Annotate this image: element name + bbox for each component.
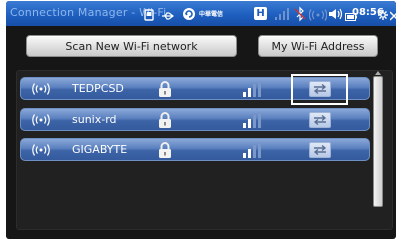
- connection-manager-screen: Connection Manager - Wi-Fi 中華電信 H 08:56 …: [6, 1, 396, 239]
- connect-toggle-button[interactable]: [309, 142, 331, 158]
- wifi-status-icon: [309, 9, 327, 21]
- network-ssid: GIGABYTE: [72, 143, 128, 156]
- lock-icon: [159, 81, 171, 97]
- connect-toggle-button[interactable]: [309, 112, 331, 128]
- network-row[interactable]: TEDPCSD: [20, 77, 370, 100]
- scan-new-wifi-button[interactable]: Scan New Wi-Fi network: [26, 35, 237, 57]
- swap-arrows-icon: [313, 145, 327, 155]
- my-wifi-address-button[interactable]: My Wi-Fi Address: [258, 35, 378, 57]
- sync-icon: [183, 8, 195, 20]
- signal-bar: [258, 81, 261, 97]
- network-row[interactable]: GIGABYTE: [20, 138, 370, 161]
- connect-toggle-button[interactable]: [309, 81, 331, 97]
- swap-arrows-icon: [313, 115, 327, 125]
- signal-bar: [253, 84, 256, 97]
- swap-arrows-icon: [313, 84, 327, 94]
- volume-icon: [329, 8, 343, 20]
- wifi-signal-icon: [32, 144, 50, 156]
- signal-bar: [258, 112, 261, 128]
- scrollbar[interactable]: [373, 76, 383, 207]
- h-badge-icon: H: [254, 7, 267, 20]
- signal-bar: [248, 88, 251, 97]
- window-title: Connection Manager - Wi-Fi: [10, 6, 167, 19]
- signal-bar: [248, 149, 251, 158]
- network-ssid: sunix-rd: [72, 113, 117, 126]
- phone-icon: [144, 9, 154, 21]
- bluetooth-off-icon: [294, 6, 306, 22]
- settings-icon[interactable]: [378, 7, 388, 23]
- lock-icon: [159, 112, 171, 128]
- signal-strength-icon: [243, 142, 261, 158]
- usb-icon: [162, 12, 174, 20]
- status-bar: Connection Manager - Wi-Fi 中華電信 H 08:56: [6, 1, 396, 26]
- wifi-signal-icon: [32, 114, 50, 126]
- signal-strength-icon: [243, 112, 261, 128]
- signal-bar: [258, 142, 261, 158]
- signal-bar: [243, 92, 246, 97]
- signal-icon: [275, 8, 289, 20]
- signal-bar: [243, 123, 246, 128]
- close-icon[interactable]: [390, 8, 396, 24]
- signal-bar: [248, 119, 251, 128]
- wifi-signal-icon: [32, 83, 50, 95]
- network-ssid: TEDPCSD: [72, 82, 124, 95]
- signal-bar: [243, 153, 246, 158]
- scroll-up-arrow-icon[interactable]: [375, 71, 381, 75]
- lock-icon: [159, 142, 171, 158]
- signal-strength-icon: [243, 81, 261, 97]
- signal-bar: [253, 145, 256, 158]
- network-row[interactable]: sunix-rd: [20, 108, 370, 131]
- signal-bar: [253, 115, 256, 128]
- network-mode-label: 中華電信: [199, 10, 224, 18]
